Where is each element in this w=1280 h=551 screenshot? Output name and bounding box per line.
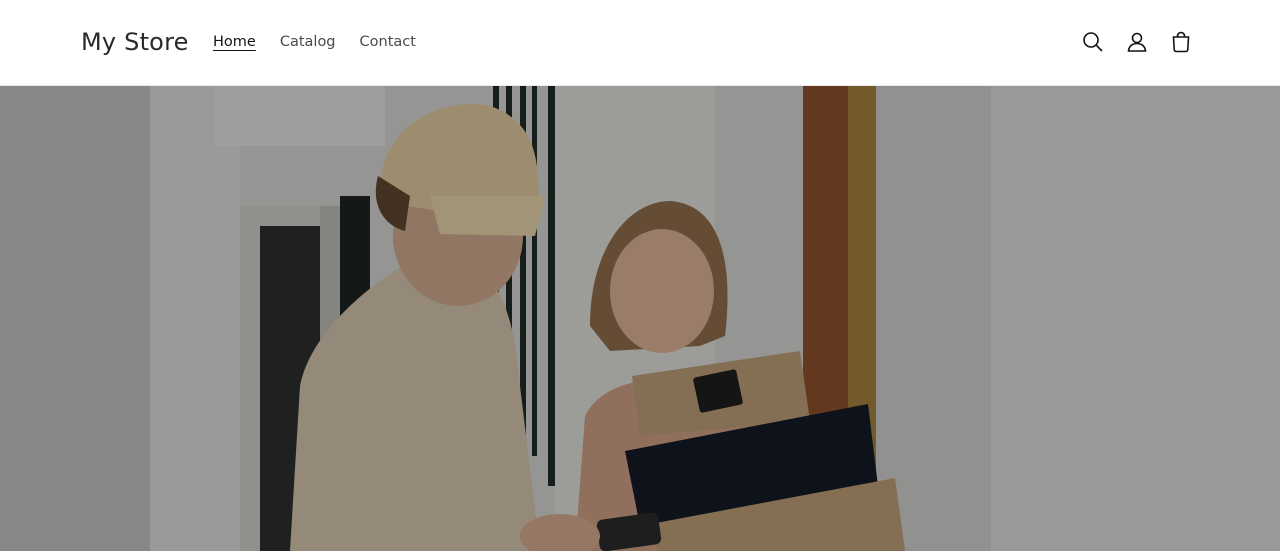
store-logo[interactable]: My Store — [81, 28, 189, 56]
site-header: My Store Home Catalog Contact — [0, 0, 1280, 86]
search-button[interactable] — [1080, 28, 1106, 56]
nav-item-contact[interactable]: Contact — [360, 32, 416, 52]
nav-item-catalog[interactable]: Catalog — [280, 32, 336, 52]
cart-button[interactable] — [1168, 28, 1194, 56]
nav-item-home[interactable]: Home — [213, 32, 256, 52]
account-button[interactable] — [1124, 28, 1150, 56]
cart-icon — [1172, 31, 1190, 53]
main-nav: Home Catalog Contact — [213, 32, 416, 52]
hero-banner — [0, 86, 1280, 551]
account-icon — [1127, 32, 1147, 52]
search-icon — [1083, 32, 1103, 52]
header-icons — [1080, 28, 1194, 56]
hero-overlay — [0, 86, 1280, 551]
